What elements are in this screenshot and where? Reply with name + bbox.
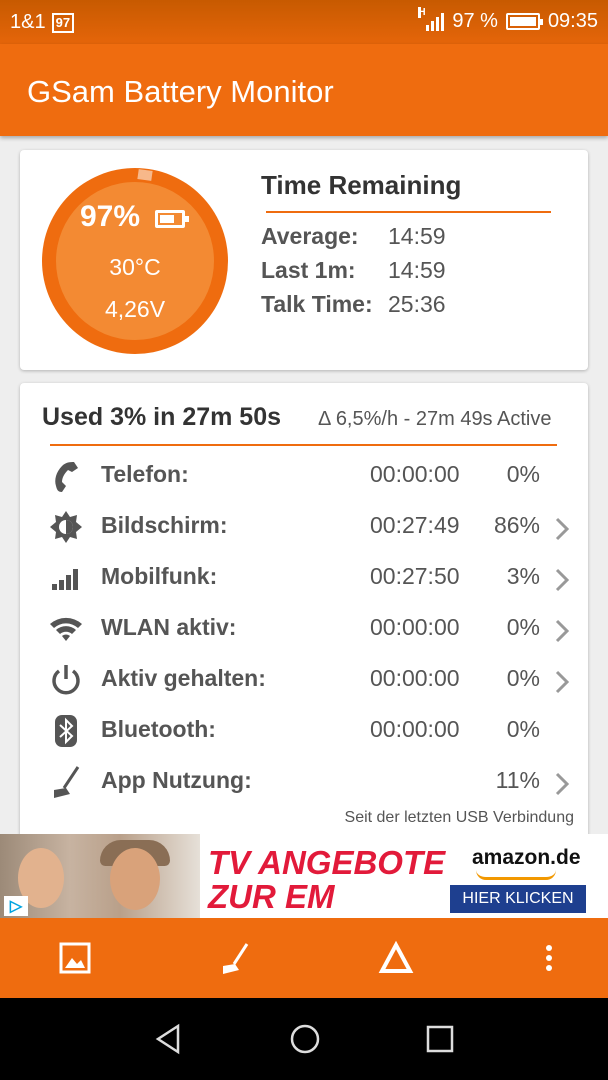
adchoices-icon[interactable]: ▷: [4, 896, 28, 916]
row-value: 25:36: [388, 291, 446, 317]
row-time: 00:00:00: [370, 665, 460, 691]
ad-headline: TV ANGEBOTE ZUR EM: [208, 844, 446, 915]
battery-percent: 97 %: [452, 10, 498, 32]
row-percent: 3%: [506, 563, 540, 589]
brightness-icon: [50, 511, 82, 543]
usage-row-wlan[interactable]: WLAN aktiv: 00:00:00 0%: [20, 605, 588, 655]
broom-icon: [54, 766, 80, 798]
usage-row-bluetooth[interactable]: Bluetooth: 00:00:00 0%: [20, 707, 588, 757]
row-value: 14:59: [388, 257, 446, 283]
clock: 09:35: [547, 10, 598, 32]
row-label: Bluetooth:: [101, 716, 216, 742]
battery-icon: [505, 13, 543, 30]
usage-rate: Δ 6,5%/h - 27m 49s Active: [318, 408, 552, 430]
usage-row-aktiv-gehalten[interactable]: Aktiv gehalten: 00:00:00 0%: [20, 656, 588, 706]
row-time: 00:00:00: [370, 614, 460, 640]
gauge-percent: 97%: [80, 200, 141, 233]
notification-badge: 97: [51, 12, 75, 33]
bottom-action-bar: [0, 918, 608, 998]
row-percent: 0%: [506, 614, 540, 640]
status-bar: 1&1 97 H 97 % 09:35: [0, 0, 608, 44]
row-label: WLAN aktiv:: [101, 614, 237, 640]
chevron-right-icon[interactable]: [552, 771, 572, 797]
row-time: 00:00:00: [370, 461, 460, 487]
row-time: 00:00:00: [370, 716, 460, 742]
divider: [50, 444, 557, 446]
home-icon[interactable]: [288, 1022, 322, 1056]
usage-row-bildschirm[interactable]: Bildschirm: 00:27:49 86%: [20, 503, 588, 553]
overflow-menu-icon[interactable]: [531, 940, 567, 976]
chevron-right-icon[interactable]: [552, 516, 572, 542]
app-title: GSam Battery Monitor: [27, 74, 334, 109]
battery-charge-icon: [155, 210, 189, 228]
row-label: Average:: [261, 223, 359, 249]
signal-bars-icon: [52, 569, 78, 590]
usage-headline: Used 3% in 27m 50s: [42, 403, 282, 431]
broom-icon[interactable]: [217, 940, 253, 976]
divider: [266, 211, 551, 213]
usage-row-mobilfunk[interactable]: Mobilfunk: 00:27:50 3%: [20, 554, 588, 604]
app-bar: GSam Battery Monitor: [0, 44, 608, 136]
chevron-right-icon[interactable]: [552, 669, 572, 695]
ad-photo: [0, 834, 200, 918]
signal-icon: H: [418, 6, 445, 31]
battery-gauge[interactable]: 97% 30°C 4,26V: [42, 168, 228, 354]
row-percent: 0%: [506, 461, 540, 487]
usage-row-telefon[interactable]: Telefon: 00:00:00 0%: [20, 452, 588, 502]
row-percent: 0%: [506, 665, 540, 691]
gauge-voltage: 4,26V: [104, 296, 166, 322]
recents-icon[interactable]: [423, 1022, 457, 1056]
row-time: 00:27:49: [370, 512, 460, 538]
row-percent: 0%: [506, 716, 540, 742]
carrier-label: 1&1: [10, 11, 46, 33]
row-percent: 86%: [493, 512, 540, 538]
gauge-temperature: 30°C: [109, 254, 161, 280]
chevron-right-icon[interactable]: [552, 567, 572, 593]
system-navigation-bar: [0, 998, 608, 1080]
row-label: Talk Time:: [261, 291, 373, 317]
row-label: Mobilfunk:: [101, 563, 218, 589]
row-label: Aktiv gehalten:: [101, 665, 266, 691]
power-icon: [52, 665, 80, 695]
row-label: Last 1m:: [261, 257, 356, 283]
delta-icon[interactable]: [378, 940, 414, 976]
ad-brand-logo: amazon.de: [472, 846, 581, 869]
usage-card: Used 3% in 27m 50s Δ 6,5%/h - 27m 49s Ac…: [20, 383, 588, 843]
row-percent: 11%: [495, 767, 540, 793]
phone-icon: [55, 462, 78, 492]
row-label: App Nutzung:: [101, 767, 252, 793]
ad-banner[interactable]: ▷ TV ANGEBOTE ZUR EM amazon.de HIER KLIC…: [0, 834, 608, 918]
ad-cta-button[interactable]: HIER KLICKEN: [450, 885, 586, 913]
usage-row-app-nutzung[interactable]: App Nutzung: 11%: [20, 758, 588, 808]
row-value: 14:59: [388, 223, 446, 249]
image-icon[interactable]: [57, 940, 93, 976]
time-remaining-title: Time Remaining: [261, 170, 462, 200]
row-label: Telefon:: [101, 461, 189, 487]
since-usb-note: Seit der letzten USB Verbindung: [344, 809, 574, 826]
chevron-right-icon[interactable]: [552, 618, 572, 644]
bluetooth-icon: [55, 715, 77, 747]
back-icon[interactable]: [152, 1022, 186, 1056]
amazon-smile-icon: [476, 870, 556, 880]
battery-summary-card: 97% 30°C 4,26V Time Remaining Average: 1…: [20, 150, 588, 370]
row-time: 00:27:50: [370, 563, 460, 589]
wifi-icon: [50, 617, 82, 641]
gauge-marker: [137, 169, 153, 181]
row-label: Bildschirm:: [101, 512, 228, 538]
